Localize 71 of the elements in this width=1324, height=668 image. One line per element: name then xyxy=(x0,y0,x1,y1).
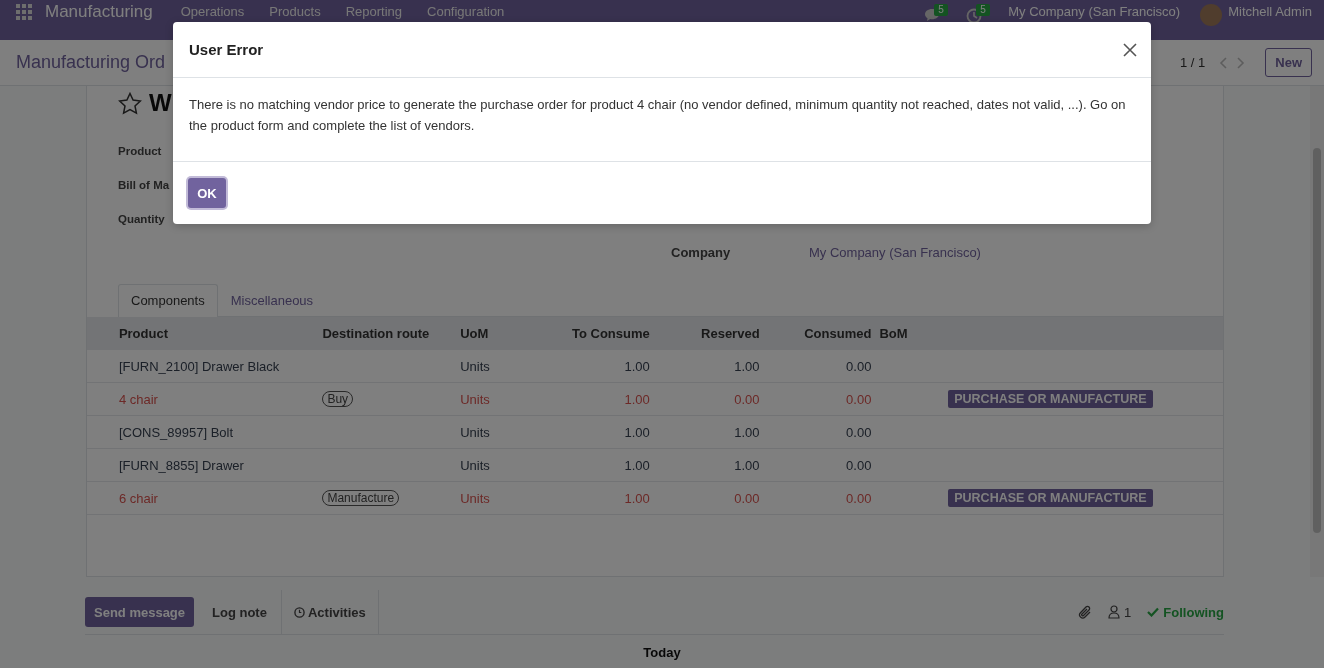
error-message: There is no matching vendor price to generate the purchase order for product 4 chair (no vendor defined, minimum quantity not reached, dates not valid, ...). Go on the product form and complete the list of vendors. xyxy=(173,78,1151,162)
uom-cell: Units xyxy=(460,490,490,506)
quantity-cell: 1.00 xyxy=(734,358,760,374)
column-header[interactable]: Product xyxy=(118,326,168,341)
quantity-cell: 1.00 xyxy=(624,457,650,473)
quantity-cell: 1.00 xyxy=(624,358,650,374)
quantity-cell: 0.00 xyxy=(846,490,872,506)
paperclip-icon[interactable] xyxy=(1078,604,1093,620)
product-cell: [FURN_8855] Drawer xyxy=(118,457,244,473)
quantity-cell: 1.00 xyxy=(624,424,650,440)
action-tag[interactable]: PURCHASE OR MANUFACTURE xyxy=(948,489,1153,507)
breadcrumb[interactable]: Manufacturing Ord xyxy=(16,52,166,73)
quantity-cell: 0.00 xyxy=(846,457,872,473)
product-cell: [CONS_89957] Bolt xyxy=(118,424,234,440)
app-grid-icon[interactable] xyxy=(16,4,32,20)
app-name[interactable]: Manufacturing xyxy=(45,4,153,20)
quantity-cell: 0.00 xyxy=(734,391,760,407)
activity-count-badge: 5 xyxy=(976,4,990,16)
user-avatar[interactable] xyxy=(1200,4,1223,26)
field-label: Bill of Ma xyxy=(118,178,168,193)
person-icon xyxy=(1108,605,1121,619)
column-header[interactable]: BoM xyxy=(879,326,908,341)
following-button[interactable]: Following xyxy=(1147,604,1224,620)
menu-item[interactable]: Products xyxy=(269,4,321,20)
chatter-button[interactable]: Activities xyxy=(280,590,379,634)
tab[interactable]: Miscellaneous xyxy=(217,284,327,316)
quantity-cell: 1.00 xyxy=(624,391,650,407)
next-icon[interactable] xyxy=(1237,56,1246,69)
company-link[interactable]: My Company (San Francisco) xyxy=(809,245,981,260)
chatter-button[interactable]: Log note xyxy=(198,590,281,634)
chatter-button[interactable]: Send message xyxy=(85,597,195,627)
menu-item[interactable]: Operations xyxy=(180,4,245,20)
followers-button[interactable]: 1 xyxy=(1108,604,1132,620)
product-cell: [FURN_2100] Drawer Black xyxy=(118,358,280,374)
field-label: Quantity xyxy=(118,212,166,227)
quantity-cell: 1.00 xyxy=(734,457,760,473)
quantity-cell: 0.00 xyxy=(846,391,872,407)
quantity-cell: 0.00 xyxy=(846,358,872,374)
pager-counter[interactable]: 1 / 1 xyxy=(1179,55,1206,70)
uom-cell: Units xyxy=(460,358,490,374)
clock-icon xyxy=(293,606,305,618)
uom-cell: Units xyxy=(460,424,490,440)
product-cell: 6 chair xyxy=(118,490,158,506)
ok-button[interactable]: OK xyxy=(188,178,226,208)
follower-count: 1 xyxy=(1124,604,1132,620)
quantity-cell: 1.00 xyxy=(624,490,650,506)
action-tag[interactable]: PURCHASE OR MANUFACTURE xyxy=(948,390,1153,408)
record-title: W xyxy=(149,89,172,117)
product-cell: 4 chair xyxy=(118,391,158,407)
company-switcher[interactable]: My Company (San Francisco) xyxy=(1008,4,1181,20)
uom-cell: Units xyxy=(460,457,490,473)
previous-icon[interactable] xyxy=(1219,56,1228,69)
tab[interactable]: Components xyxy=(118,284,218,317)
check-icon xyxy=(1147,607,1160,617)
star-icon[interactable] xyxy=(118,91,142,115)
close-icon[interactable] xyxy=(1123,42,1137,57)
quantity-cell: 0.00 xyxy=(846,424,872,440)
field-label: Product xyxy=(118,144,163,159)
quantity-cell: 1.00 xyxy=(734,424,760,440)
uom-cell: Units xyxy=(460,391,490,407)
date-separator: Today xyxy=(642,645,682,660)
field-label: Company xyxy=(671,245,732,260)
dialog-title: User Error xyxy=(189,41,264,58)
menu-item[interactable]: Configuration xyxy=(427,4,505,20)
scrollbar-thumb[interactable] xyxy=(1313,148,1321,533)
message-count-badge: 5 xyxy=(934,4,948,16)
quantity-cell: 0.00 xyxy=(734,490,760,506)
column-header[interactable]: UoM xyxy=(460,326,489,341)
new-button[interactable]: New xyxy=(1265,48,1312,77)
user-menu[interactable]: Mitchell Admin xyxy=(1228,4,1312,20)
menu-item[interactable]: Reporting xyxy=(345,4,402,20)
